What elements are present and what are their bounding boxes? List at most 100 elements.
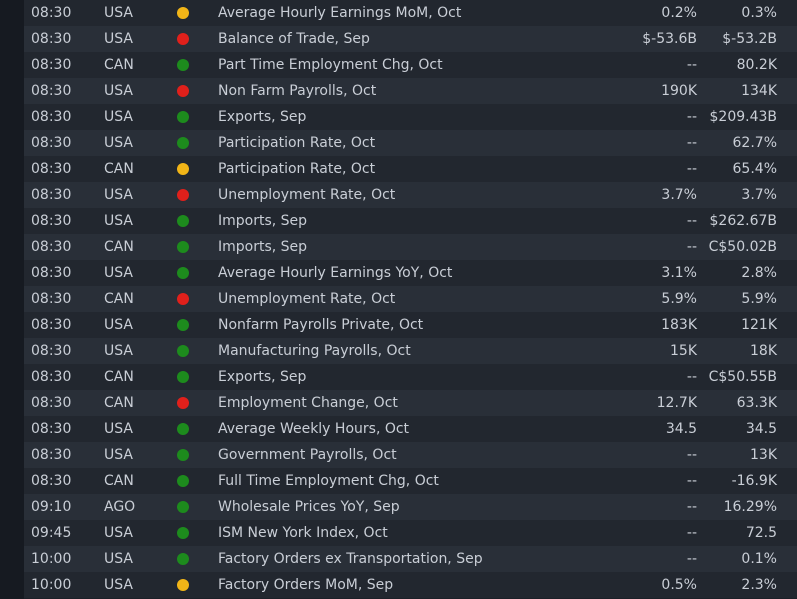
event-name: Average Hourly Earnings YoY, Oct: [218, 265, 453, 281]
event-actual: 0.5%: [661, 577, 697, 593]
event-name: Part Time Employment Chg, Oct: [218, 57, 443, 73]
impact-dot-icon: [177, 397, 189, 409]
event-time: 08:30: [31, 291, 72, 307]
event-country: USA: [104, 265, 133, 281]
table-row[interactable]: 08:30 USA Imports, Sep -- $262.67B: [24, 208, 797, 234]
impact-dot-icon: [177, 59, 189, 71]
table-row[interactable]: 08:30 CAN Imports, Sep -- C$50.02B: [24, 234, 797, 260]
event-forecast: 5.9%: [741, 291, 777, 307]
table-row[interactable]: 08:30 USA Non Farm Payrolls, Oct 190K 134K: [24, 78, 797, 104]
table-row[interactable]: 08:30 USA Average Weekly Hours, Oct 34.5 34.…: [24, 416, 797, 442]
event-actual: 34.5: [665, 421, 697, 437]
event-forecast: -16.9K: [731, 473, 777, 489]
event-name: Average Weekly Hours, Oct: [218, 421, 410, 437]
event-time: 08:30: [31, 135, 72, 151]
event-time: 08:30: [31, 239, 72, 255]
event-forecast: $209.43B: [709, 109, 778, 125]
impact-dot-icon: [177, 85, 189, 97]
event-actual: --: [686, 499, 697, 515]
event-country: USA: [104, 343, 133, 359]
event-time: 08:30: [31, 213, 72, 229]
event-forecast: $262.67B: [709, 213, 778, 229]
table-row[interactable]: 08:30 USA Balance of Trade, Sep $-53.6B $-53…: [24, 26, 797, 52]
event-actual: --: [686, 135, 697, 151]
event-country: USA: [104, 317, 133, 333]
table-row[interactable]: 08:30 CAN Employment Change, Oct 12.7K 63.3K: [24, 390, 797, 416]
table-row[interactable]: 08:30 USA Exports, Sep -- $209.43B: [24, 104, 797, 130]
table-row[interactable]: 08:30 USA Participation Rate, Oct -- 62.7%: [24, 130, 797, 156]
event-time: 08:30: [31, 161, 72, 177]
impact-dot-icon: [177, 241, 189, 253]
event-actual: --: [686, 239, 697, 255]
event-name: Exports, Sep: [218, 369, 307, 385]
event-time: 09:45: [31, 525, 72, 541]
impact-dot-icon: [177, 137, 189, 149]
event-name: Factory Orders ex Transportation, Sep: [218, 551, 483, 567]
event-forecast: 18K: [750, 343, 777, 359]
event-country: CAN: [104, 239, 134, 255]
table-row[interactable]: 10:00 USA Factory Orders ex Transportation…: [24, 546, 797, 572]
event-time: 08:30: [31, 421, 72, 437]
event-actual: --: [686, 109, 697, 125]
table-row[interactable]: 09:10 AGO Wholesale Prices YoY, Sep -- 16.29…: [24, 494, 797, 520]
table-row[interactable]: 08:30 CAN Participation Rate, Oct -- 65.4%: [24, 156, 797, 182]
event-time: 10:00: [31, 551, 72, 567]
left-gutter: [0, 0, 24, 599]
impact-dot-icon: [177, 501, 189, 513]
event-actual: 0.2%: [661, 5, 697, 21]
event-time: 08:30: [31, 395, 72, 411]
table-row[interactable]: 08:30 USA Nonfarm Payrolls Private, Oct 183…: [24, 312, 797, 338]
table-row[interactable]: 08:30 USA Manufacturing Payrolls, Oct 15K 18…: [24, 338, 797, 364]
event-time: 08:30: [31, 317, 72, 333]
event-actual: 5.9%: [661, 291, 697, 307]
table-row[interactable]: 08:30 CAN Exports, Sep -- C$50.55B: [24, 364, 797, 390]
table-row[interactable]: 08:30 USA Unemployment Rate, Oct 3.7% 3.7%: [24, 182, 797, 208]
impact-dot-icon: [177, 215, 189, 227]
event-time: 08:30: [31, 31, 72, 47]
event-time: 08:30: [31, 187, 72, 203]
impact-dot-icon: [177, 527, 189, 539]
event-forecast: 34.5: [745, 421, 777, 437]
event-actual: --: [686, 473, 697, 489]
event-time: 08:30: [31, 5, 72, 21]
impact-dot-icon: [177, 293, 189, 305]
table-row[interactable]: 08:30 CAN Unemployment Rate, Oct 5.9% 5.9%: [24, 286, 797, 312]
event-actual: 3.7%: [661, 187, 697, 203]
table-row[interactable]: 08:30 USA Government Payrolls, Oct -- 13K: [24, 442, 797, 468]
event-name: Government Payrolls, Oct: [218, 447, 397, 463]
impact-dot-icon: [177, 163, 189, 175]
event-country: USA: [104, 421, 133, 437]
event-name: Manufacturing Payrolls, Oct: [218, 343, 411, 359]
event-country: USA: [104, 213, 133, 229]
event-time: 10:00: [31, 577, 72, 593]
event-name: Unemployment Rate, Oct: [218, 187, 396, 203]
table-row[interactable]: 10:00 USA Factory Orders MoM, Sep 0.5% 2.3%: [24, 572, 797, 598]
event-time: 08:30: [31, 369, 72, 385]
table-row[interactable]: 09:45 USA ISM New York Index, Oct -- 72.5: [24, 520, 797, 546]
event-forecast: 121K: [741, 317, 777, 333]
table-row[interactable]: 08:30 CAN Full Time Employment Chg, Oct -- -…: [24, 468, 797, 494]
impact-dot-icon: [177, 319, 189, 331]
event-actual: --: [686, 525, 697, 541]
table-row[interactable]: 08:30 USA Average Hourly Earnings MoM, Oct…: [24, 0, 797, 26]
event-country: CAN: [104, 57, 134, 73]
event-actual: 12.7K: [656, 395, 697, 411]
event-country: USA: [104, 83, 133, 99]
event-name: Participation Rate, Oct: [218, 161, 376, 177]
event-forecast: C$50.55B: [708, 369, 777, 385]
event-name: Participation Rate, Oct: [218, 135, 376, 151]
event-name: Average Hourly Earnings MoM, Oct: [218, 5, 462, 21]
event-country: CAN: [104, 473, 134, 489]
event-name: Imports, Sep: [218, 239, 308, 255]
event-actual: --: [686, 551, 697, 567]
impact-dot-icon: [177, 579, 189, 591]
event-country: USA: [104, 551, 133, 567]
event-actual: $-53.6B: [642, 31, 697, 47]
event-forecast: 16.29%: [723, 499, 777, 515]
impact-dot-icon: [177, 111, 189, 123]
event-time: 09:10: [31, 499, 72, 515]
event-time: 08:30: [31, 57, 72, 73]
impact-dot-icon: [177, 33, 189, 45]
table-row[interactable]: 08:30 CAN Part Time Employment Chg, Oct -- 8…: [24, 52, 797, 78]
table-row[interactable]: 08:30 USA Average Hourly Earnings YoY, Oct…: [24, 260, 797, 286]
